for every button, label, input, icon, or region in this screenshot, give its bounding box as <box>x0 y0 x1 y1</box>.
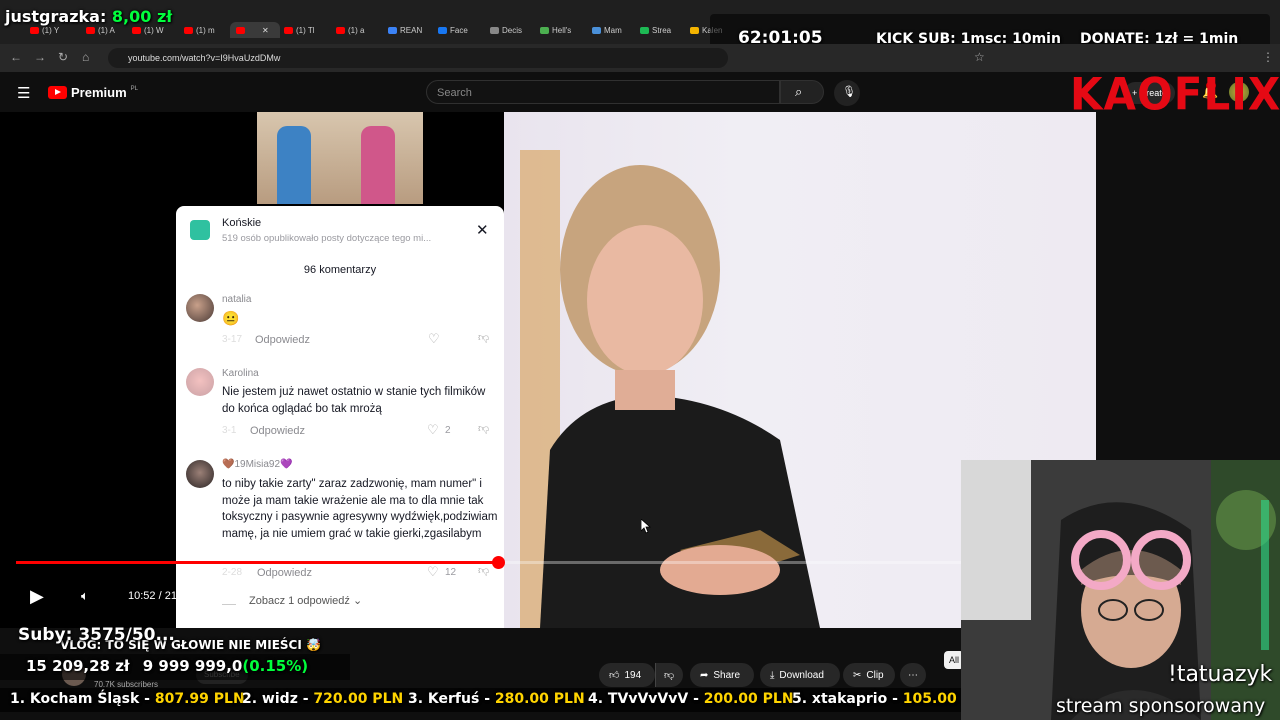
sponsored-label: stream sponsorowany <box>1056 695 1266 717</box>
comment-author[interactable]: natalia <box>222 294 251 305</box>
like-heart-icon[interactable]: ♡ <box>427 422 439 438</box>
comment-text: to niby takie zarty" zaraz zadzwonię, ma… <box>222 478 498 540</box>
ticker-item: 4. TVvVvVvV - 200.00 PLN <box>588 691 794 707</box>
location-pin-icon <box>190 220 210 240</box>
youtube-logo[interactable]: Premium PL <box>48 85 138 100</box>
like-count: 2 <box>445 425 451 436</box>
comment-date: 2-28 <box>222 567 243 578</box>
video-thumbnail-inset <box>257 112 423 204</box>
divider <box>222 604 236 605</box>
comment-author[interactable]: Karolina <box>222 368 259 379</box>
progress-bar-fill <box>16 561 498 564</box>
share-icon: ➦ <box>700 669 709 681</box>
comments-panel: Końskie 519 osób opublikowało posty doty… <box>176 206 504 628</box>
share-button[interactable]: ➦ Share <box>690 663 754 687</box>
browser-tab[interactable]: Face <box>438 22 482 38</box>
dislike-button[interactable]: 👎︎ <box>655 663 683 687</box>
reply-button[interactable]: Odpowiedz <box>257 567 312 579</box>
thumbs-up-icon: 👍︎ <box>609 670 620 681</box>
hamburger-menu-icon[interactable]: ☰ <box>17 84 30 102</box>
browser-tab[interactable]: (1) m <box>184 22 224 38</box>
kaoflix-logo: KAOFLIX <box>1070 68 1280 121</box>
search-button[interactable]: ⌕ <box>780 80 824 104</box>
browser-tabstrip: (1) Y (1) A (1) W (1) m ✕ (1) Tl (1) a R… <box>0 0 1280 64</box>
location-title: Końskie <box>222 217 262 229</box>
time-display: 10:52 / 21:07 <box>128 590 193 602</box>
microphone-icon: 🎙 <box>842 86 856 98</box>
browser-tab-active[interactable]: ✕ <box>230 22 280 38</box>
reply-button[interactable]: Odpowiedz <box>255 334 310 346</box>
browser-tab[interactable]: Decis <box>490 22 534 38</box>
download-icon: ⤓ <box>770 669 775 681</box>
comment-date: 3-1 <box>222 425 237 436</box>
back-icon[interactable]: ← <box>10 50 22 64</box>
comment-text: Nie jestem już nawet ostatnio w stanie t… <box>222 386 486 415</box>
reload-icon[interactable]: ↻ <box>58 50 68 64</box>
browser-tab[interactable]: (1) Tl <box>284 22 324 38</box>
ticker-item: 3. Kerfuś - 280.00 PLN <box>408 691 585 707</box>
chat-command: !tatuazyk <box>1168 662 1273 687</box>
forward-icon[interactable]: → <box>34 50 46 64</box>
view-replies-button[interactable]: Zobacz 1 odpowiedź ⌄ <box>249 594 362 607</box>
like-button[interactable]: 👍︎ 194 <box>599 663 655 687</box>
like-count: 12 <box>445 567 457 578</box>
search-input[interactable]: Search <box>426 80 780 104</box>
search-icon: ⌕ <box>795 84 803 99</box>
like-heart-icon[interactable]: ♡ <box>428 331 440 347</box>
thumbs-down-icon: 👎︎ <box>664 670 675 681</box>
location-subtitle: 519 osób opublikowało posty dotyczące te… <box>222 233 432 244</box>
comments-count: 96 komentarzy <box>303 264 377 276</box>
donor-label: justgrazka: 8,00 zł <box>5 7 173 26</box>
video-person-illustration <box>520 150 820 628</box>
browser-tab[interactable]: Mam <box>592 22 632 38</box>
ticker-item: 1. Kocham Śląsk - 807.99 PLN <box>10 691 245 707</box>
donation-goal: 15 209,28 zł 9 999 999,0(0.15%) <box>26 657 309 675</box>
clip-button[interactable]: ✂ Clip <box>843 663 895 687</box>
ticker-item: 2. widz - 720.00 PLN <box>242 691 404 707</box>
voice-search-button[interactable]: 🎙 <box>834 80 860 106</box>
comment-date: 3-17 <box>222 334 243 345</box>
home-icon[interactable]: ⌂ <box>82 50 89 64</box>
play-icon[interactable]: ▶ <box>30 586 44 607</box>
comment-text: 😐 <box>222 310 240 326</box>
close-comments-icon[interactable]: ✕ <box>476 221 489 239</box>
url-bar[interactable]: youtube.com/watch?v=I9HvaUzdDMw <box>108 48 728 68</box>
youtube-play-logo-icon <box>48 86 67 99</box>
browser-tab[interactable]: REAN <box>388 22 432 38</box>
more-actions-icon[interactable]: ⋯ <box>900 663 926 687</box>
bookmark-star-icon[interactable]: ☆ <box>974 50 985 64</box>
dislike-icon[interactable]: 👎︎ <box>478 564 489 577</box>
comment-author[interactable]: 🤎19Misia92💜 <box>222 459 292 470</box>
volume-icon[interactable]: 🔈︎ <box>81 588 89 604</box>
browser-menu-icon[interactable]: ⋮ <box>1262 50 1274 64</box>
subs-counter: Suby: 3575/50... <box>18 625 175 645</box>
progress-scrubber[interactable] <box>492 556 505 569</box>
browser-tab[interactable]: (1) a <box>336 22 376 38</box>
avatar[interactable] <box>186 294 214 322</box>
avatar[interactable] <box>186 460 214 488</box>
close-icon[interactable]: ✕ <box>262 26 269 35</box>
browser-tab[interactable]: Hell's <box>540 22 584 38</box>
reply-button[interactable]: Odpowiedz <box>250 425 305 437</box>
avatar[interactable] <box>186 368 214 396</box>
scissors-icon: ✂ <box>853 669 862 681</box>
like-heart-icon[interactable]: ♡ <box>427 564 439 580</box>
dislike-icon[interactable]: 👎︎ <box>478 422 489 435</box>
dislike-icon[interactable]: 👎︎ <box>478 331 489 344</box>
browser-tab[interactable]: Strea <box>640 22 684 38</box>
download-button[interactable]: ⤓ Download <box>760 663 840 687</box>
